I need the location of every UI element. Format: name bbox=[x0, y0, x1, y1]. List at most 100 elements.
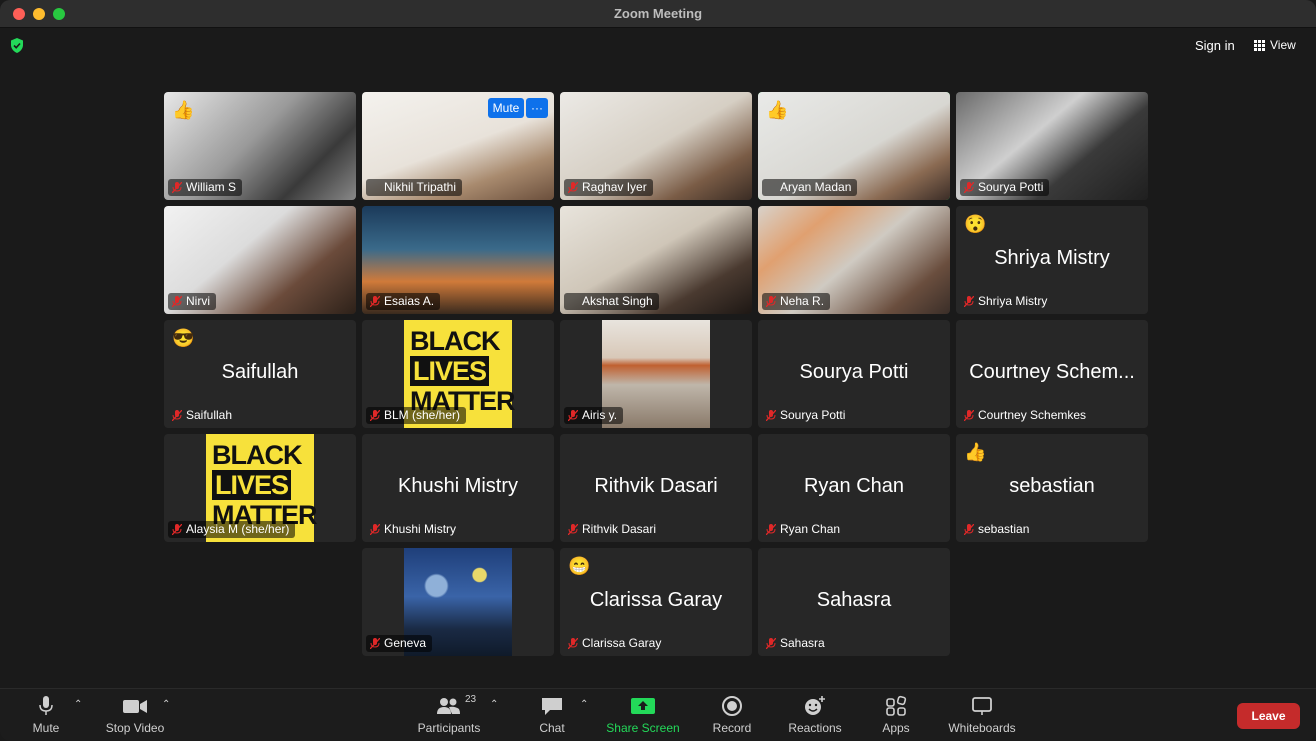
participant-tile[interactable]: Airis y. bbox=[560, 320, 752, 428]
reactions-button[interactable]: Reactions bbox=[784, 695, 846, 735]
mic-muted-icon bbox=[370, 296, 380, 307]
reaction-emoji: 😯 bbox=[964, 214, 987, 234]
audio-options-chevron-icon[interactable]: ⌃ bbox=[74, 699, 82, 710]
participant-tile[interactable]: Mute ··· Nikhil Tripathi bbox=[362, 92, 554, 200]
participants-label: Participants bbox=[417, 721, 481, 735]
participant-name-label: BLM (she/her) bbox=[366, 407, 467, 424]
participant-name-label: Raghav Iyer bbox=[564, 179, 653, 196]
reaction-emoji: 😁 bbox=[568, 556, 591, 576]
participant-tile[interactable]: 😎 Saifullah Saifullah bbox=[164, 320, 356, 428]
apps-label: Apps bbox=[882, 721, 910, 735]
record-button[interactable]: Record bbox=[708, 695, 756, 735]
participant-name-label: Alaysia M (she/her) bbox=[168, 521, 296, 538]
participant-name-label: Khushi Mistry bbox=[366, 521, 462, 538]
view-label: View bbox=[1270, 38, 1296, 52]
participant-name-label: sebastian bbox=[960, 521, 1035, 538]
share-screen-icon bbox=[631, 698, 655, 714]
participant-name-label: Shriya Mistry bbox=[960, 293, 1053, 310]
mic-muted-icon bbox=[766, 638, 776, 649]
mic-muted-icon bbox=[568, 410, 578, 421]
participant-tile[interactable]: Geneva bbox=[362, 548, 554, 656]
participant-tile[interactable]: BLACK LIVES MATTER BLM (she/her) bbox=[362, 320, 554, 428]
mic-muted-icon bbox=[172, 296, 182, 307]
more-options-button[interactable]: ··· bbox=[526, 98, 548, 118]
participant-tile[interactable]: Raghav Iyer bbox=[560, 92, 752, 200]
sign-in-link[interactable]: Sign in bbox=[1195, 38, 1235, 53]
reaction-emoji: 👍 bbox=[964, 442, 987, 462]
reaction-emoji: 😎 bbox=[172, 328, 195, 348]
participant-tile[interactable]: Khushi Mistry Khushi Mistry bbox=[362, 434, 554, 542]
participant-tile[interactable]: 👍 William S bbox=[164, 92, 356, 200]
participant-name: Akshat Singh bbox=[582, 294, 653, 308]
participant-name: BLM (she/her) bbox=[384, 408, 461, 422]
participant-display-name: Sahasra bbox=[816, 589, 892, 611]
mic-muted-icon bbox=[568, 182, 578, 193]
participant-name-label: Nikhil Tripathi bbox=[366, 179, 463, 196]
participant-tile[interactable]: Neha R. bbox=[758, 206, 950, 314]
blm-image-text: BLACK LIVES MATTER bbox=[410, 326, 515, 416]
participant-tile[interactable]: 😁 Clarissa Garay Clarissa Garay bbox=[560, 548, 752, 656]
mute-label: Mute bbox=[32, 721, 60, 735]
participant-tile[interactable]: Rithvik Dasari Rithvik Dasari bbox=[560, 434, 752, 542]
participant-display-name: Ryan Chan bbox=[803, 475, 905, 497]
chat-bubble-icon bbox=[542, 698, 562, 715]
microphone-icon bbox=[39, 696, 53, 715]
mic-muted-icon bbox=[964, 410, 974, 421]
participant-name-label: Aryan Madan bbox=[762, 179, 858, 196]
participant-tile[interactable]: Sourya Potti Sourya Potti bbox=[758, 320, 950, 428]
participant-tile[interactable]: BLACK LIVES MATTER Alaysia M (she/her) bbox=[164, 434, 356, 542]
participant-name: Airis y. bbox=[582, 408, 618, 422]
window-title: Zoom Meeting bbox=[613, 6, 703, 21]
participant-tile[interactable]: Ryan Chan Ryan Chan bbox=[758, 434, 950, 542]
participant-tile[interactable]: Sahasra Sahasra bbox=[758, 548, 950, 656]
participant-tile[interactable]: Esaias A. bbox=[362, 206, 554, 314]
participant-tile[interactable]: Sourya Potti bbox=[956, 92, 1148, 200]
share-screen-label: Share Screen bbox=[606, 721, 680, 735]
leave-meeting-button[interactable]: Leave bbox=[1237, 703, 1300, 729]
meeting-toolbar: Mute ⌃ Stop Video ⌃ Participants 23 ⌃ Ch… bbox=[0, 688, 1316, 741]
participant-tile[interactable]: 👍 sebastian sebastian bbox=[956, 434, 1148, 542]
share-screen-button[interactable]: Share Screen bbox=[602, 695, 684, 735]
participant-display-name: Rithvik Dasari bbox=[594, 475, 718, 497]
chat-options-chevron-icon[interactable]: ⌃ bbox=[580, 699, 588, 710]
participant-name-label: Ryan Chan bbox=[762, 521, 846, 538]
participants-options-chevron-icon[interactable]: ⌃ bbox=[490, 699, 498, 710]
mic-muted-icon bbox=[172, 524, 182, 535]
participant-name: Geneva bbox=[384, 636, 427, 650]
view-button[interactable]: View bbox=[1254, 38, 1296, 52]
apps-button[interactable]: Apps bbox=[876, 695, 916, 735]
participant-name-label: Geneva bbox=[366, 635, 433, 652]
stop-video-button[interactable]: Stop Video bbox=[100, 695, 170, 735]
video-options-chevron-icon[interactable]: ⌃ bbox=[162, 699, 170, 710]
participant-tile-active-speaker[interactable]: 👍 Aryan Madan bbox=[758, 92, 950, 200]
mic-muted-icon bbox=[964, 524, 974, 535]
mic-muted-icon bbox=[568, 638, 578, 649]
mute-button[interactable]: Mute bbox=[26, 695, 66, 735]
whiteboards-button[interactable]: Whiteboards bbox=[944, 695, 1020, 735]
participant-name: Shriya Mistry bbox=[978, 294, 1048, 308]
participant-name: Rithvik Dasari bbox=[582, 522, 657, 536]
participant-tile[interactable]: Courtney Schem... Courtney Schemkes bbox=[956, 320, 1148, 428]
shield-icon[interactable] bbox=[10, 38, 24, 53]
participant-name: Neha R. bbox=[780, 294, 825, 308]
blm-image-text: BLACK LIVES MATTER bbox=[212, 440, 317, 530]
participant-name-label: Esaias A. bbox=[366, 293, 441, 310]
participant-display-name: sebastian bbox=[1009, 475, 1095, 497]
chat-button[interactable]: Chat bbox=[532, 695, 572, 735]
participant-tile[interactable]: 😯 Shriya Mistry Shriya Mistry bbox=[956, 206, 1148, 314]
participant-name-label: Courtney Schemkes bbox=[960, 407, 1092, 424]
participant-name: Ryan Chan bbox=[780, 522, 841, 536]
reactions-label: Reactions bbox=[788, 721, 842, 735]
participant-name-label: Akshat Singh bbox=[564, 293, 659, 310]
mic-muted-icon bbox=[766, 296, 776, 307]
participant-tile[interactable]: Nirvi bbox=[164, 206, 356, 314]
mic-muted-icon bbox=[766, 410, 776, 421]
mute-participant-button[interactable]: Mute bbox=[488, 98, 524, 118]
participants-icon bbox=[437, 698, 460, 714]
participant-name-label: Clarissa Garay bbox=[564, 635, 667, 652]
participant-tile[interactable]: Akshat Singh bbox=[560, 206, 752, 314]
participant-name: William S bbox=[186, 180, 236, 194]
participant-display-name: Saifullah bbox=[221, 361, 299, 383]
participant-name: Aryan Madan bbox=[780, 180, 852, 194]
reaction-emoji: 👍 bbox=[172, 100, 195, 120]
